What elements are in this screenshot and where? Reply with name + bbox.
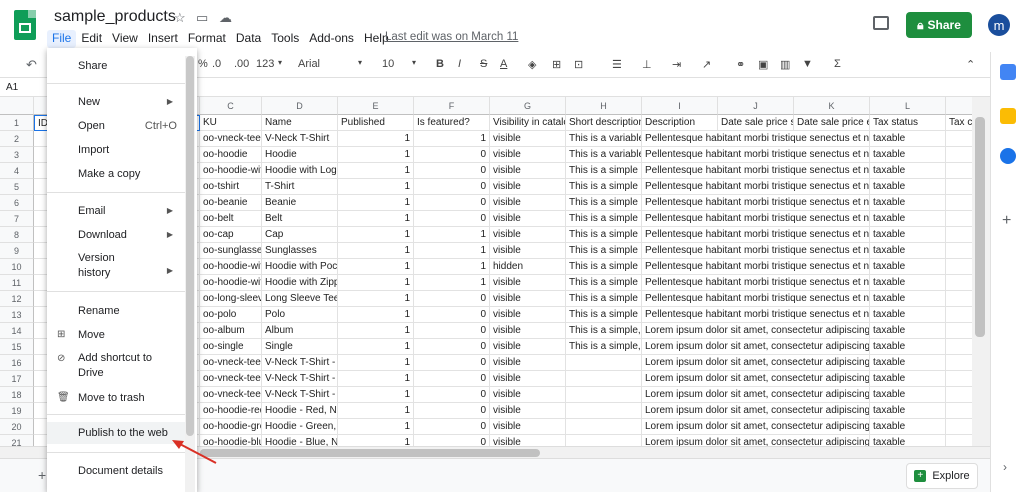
annotation-arrow-icon <box>172 440 217 464</box>
